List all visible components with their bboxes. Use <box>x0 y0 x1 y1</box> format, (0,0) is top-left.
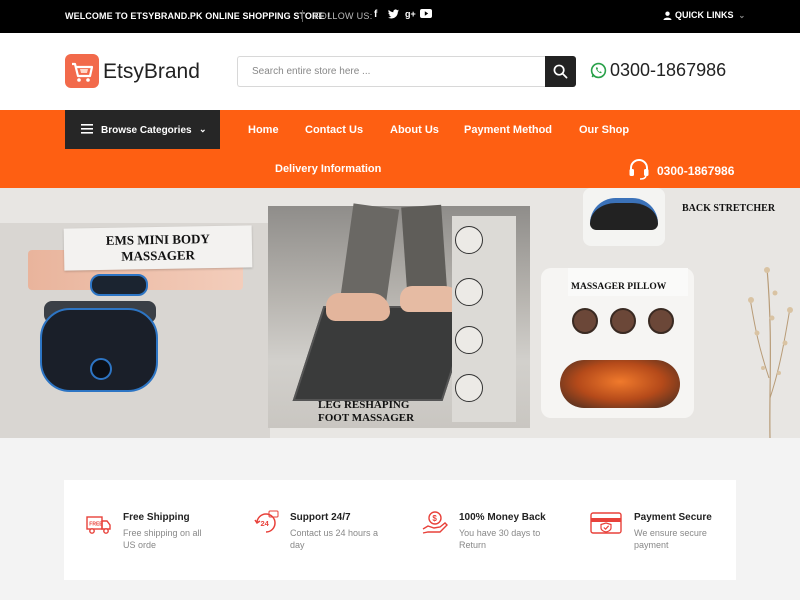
nav-phone[interactable]: 0300-1867986 <box>627 157 734 181</box>
nav-delivery-information[interactable]: Delivery Information <box>275 163 381 175</box>
chevron-down-icon: ⌄ <box>738 11 746 20</box>
feature-icon <box>455 374 483 402</box>
back-stretcher-image <box>590 198 658 230</box>
money-back-icon: $ <box>422 511 448 534</box>
support-24-icon: 24 <box>254 510 279 533</box>
ems-label-line-2: MASSAGER <box>121 247 196 264</box>
svg-text:FREE: FREE <box>89 522 103 528</box>
dried-plant-decoration <box>748 267 793 438</box>
nav-contact-us[interactable]: Contact Us <box>305 124 363 136</box>
feature-icon <box>455 226 483 254</box>
truck-icon: FREE <box>86 516 111 534</box>
headset-icon <box>629 159 649 180</box>
feature-title: 100% Money Back <box>459 512 546 523</box>
nav-our-shop[interactable]: Our Shop <box>579 124 629 136</box>
quick-links-menu[interactable]: QUICK LINKS ⌄ <box>663 10 745 20</box>
follow-us-label: FOLLOW US: <box>314 11 373 21</box>
pillow-feature-image <box>572 308 598 334</box>
search-button[interactable] <box>545 56 576 87</box>
site-header: EtsyBrand 0300-1867986 <box>0 33 800 110</box>
feature-title: Free Shipping <box>123 512 190 523</box>
browse-categories-label: Browse Categories <box>101 125 192 136</box>
logo-cart-icon[interactable] <box>65 54 99 88</box>
feature-desc-line: You have 30 days to <box>459 528 541 538</box>
foot-image <box>326 293 390 321</box>
feature-desc-line: Free shipping on all <box>123 528 202 538</box>
menu-icon <box>81 124 93 134</box>
massager-pillow-image <box>560 360 680 408</box>
facebook-icon[interactable]: f <box>374 9 377 20</box>
feature-desc-line: Contact us 24 hours a <box>290 528 379 538</box>
nav-phone-number: 0300-1867986 <box>657 164 735 178</box>
feature-title: Payment Secure <box>634 512 712 523</box>
feature-title: Support 24/7 <box>290 512 351 523</box>
hero-banner[interactable]: EMS MINI BODY MASSAGER LEG RESHAPING FOO… <box>0 188 800 438</box>
whatsapp-icon <box>590 62 607 79</box>
main-navigation: Browse Categories ⌄ Home Contact Us Abou… <box>0 110 800 188</box>
welcome-message: WELCOME TO ETSYBRAND.PK ONLINE SHOPPING … <box>65 11 331 21</box>
leg-label-line-2: FOOT MASSAGER <box>318 412 415 424</box>
feature-desc-line: payment <box>634 540 669 550</box>
header-phone-number: 0300-1867986 <box>610 60 727 80</box>
youtube-icon[interactable] <box>420 9 432 21</box>
search-icon <box>553 64 568 79</box>
chevron-down-icon: ⌄ <box>199 124 207 134</box>
leg-product-label: LEG RESHAPING FOOT MASSAGER <box>318 399 414 425</box>
quick-links-label: QUICK LINKS <box>675 10 734 20</box>
nav-about-us[interactable]: About Us <box>390 124 439 136</box>
pillow-feature-image <box>648 308 674 334</box>
feature-desc-line: US orde <box>123 540 157 550</box>
nav-payment-method[interactable]: Payment Method <box>464 124 552 136</box>
google-plus-icon[interactable]: g+ <box>405 9 416 19</box>
feature-desc-line: We ensure secure <box>634 528 707 538</box>
feature-icon <box>455 278 483 306</box>
logo-text[interactable]: EtsyBrand <box>103 60 200 84</box>
user-icon <box>663 11 672 20</box>
pillow-feature-image <box>610 308 636 334</box>
feature-desc-line: day <box>290 540 305 550</box>
leg-label-line-1: LEG RESHAPING <box>318 399 410 411</box>
ems-product-label: EMS MINI BODY MASSAGER <box>64 230 253 265</box>
ems-label-card: EMS MINI BODY MASSAGER <box>63 225 253 271</box>
search-input[interactable] <box>237 56 545 87</box>
svg-text:$: $ <box>432 514 437 523</box>
header-phone[interactable]: 0300-1867986 <box>590 60 726 81</box>
secure-payment-icon <box>590 512 622 534</box>
svg-text:24: 24 <box>261 519 270 528</box>
feature-icon <box>455 326 483 354</box>
back-stretcher-label: BACK STRETCHER <box>682 203 776 214</box>
mini-massager-image <box>90 274 148 296</box>
browse-categories-button[interactable]: Browse Categories ⌄ <box>65 110 220 149</box>
nav-home[interactable]: Home <box>248 124 279 136</box>
top-bar: WELCOME TO ETSYBRAND.PK ONLINE SHOPPING … <box>0 0 800 33</box>
feature-desc-line: Return <box>459 540 487 550</box>
twitter-icon[interactable] <box>388 9 399 22</box>
massager-pillow-label: MASSAGER PILLOW <box>571 282 667 292</box>
divider <box>302 10 303 22</box>
massager-button <box>90 358 112 380</box>
